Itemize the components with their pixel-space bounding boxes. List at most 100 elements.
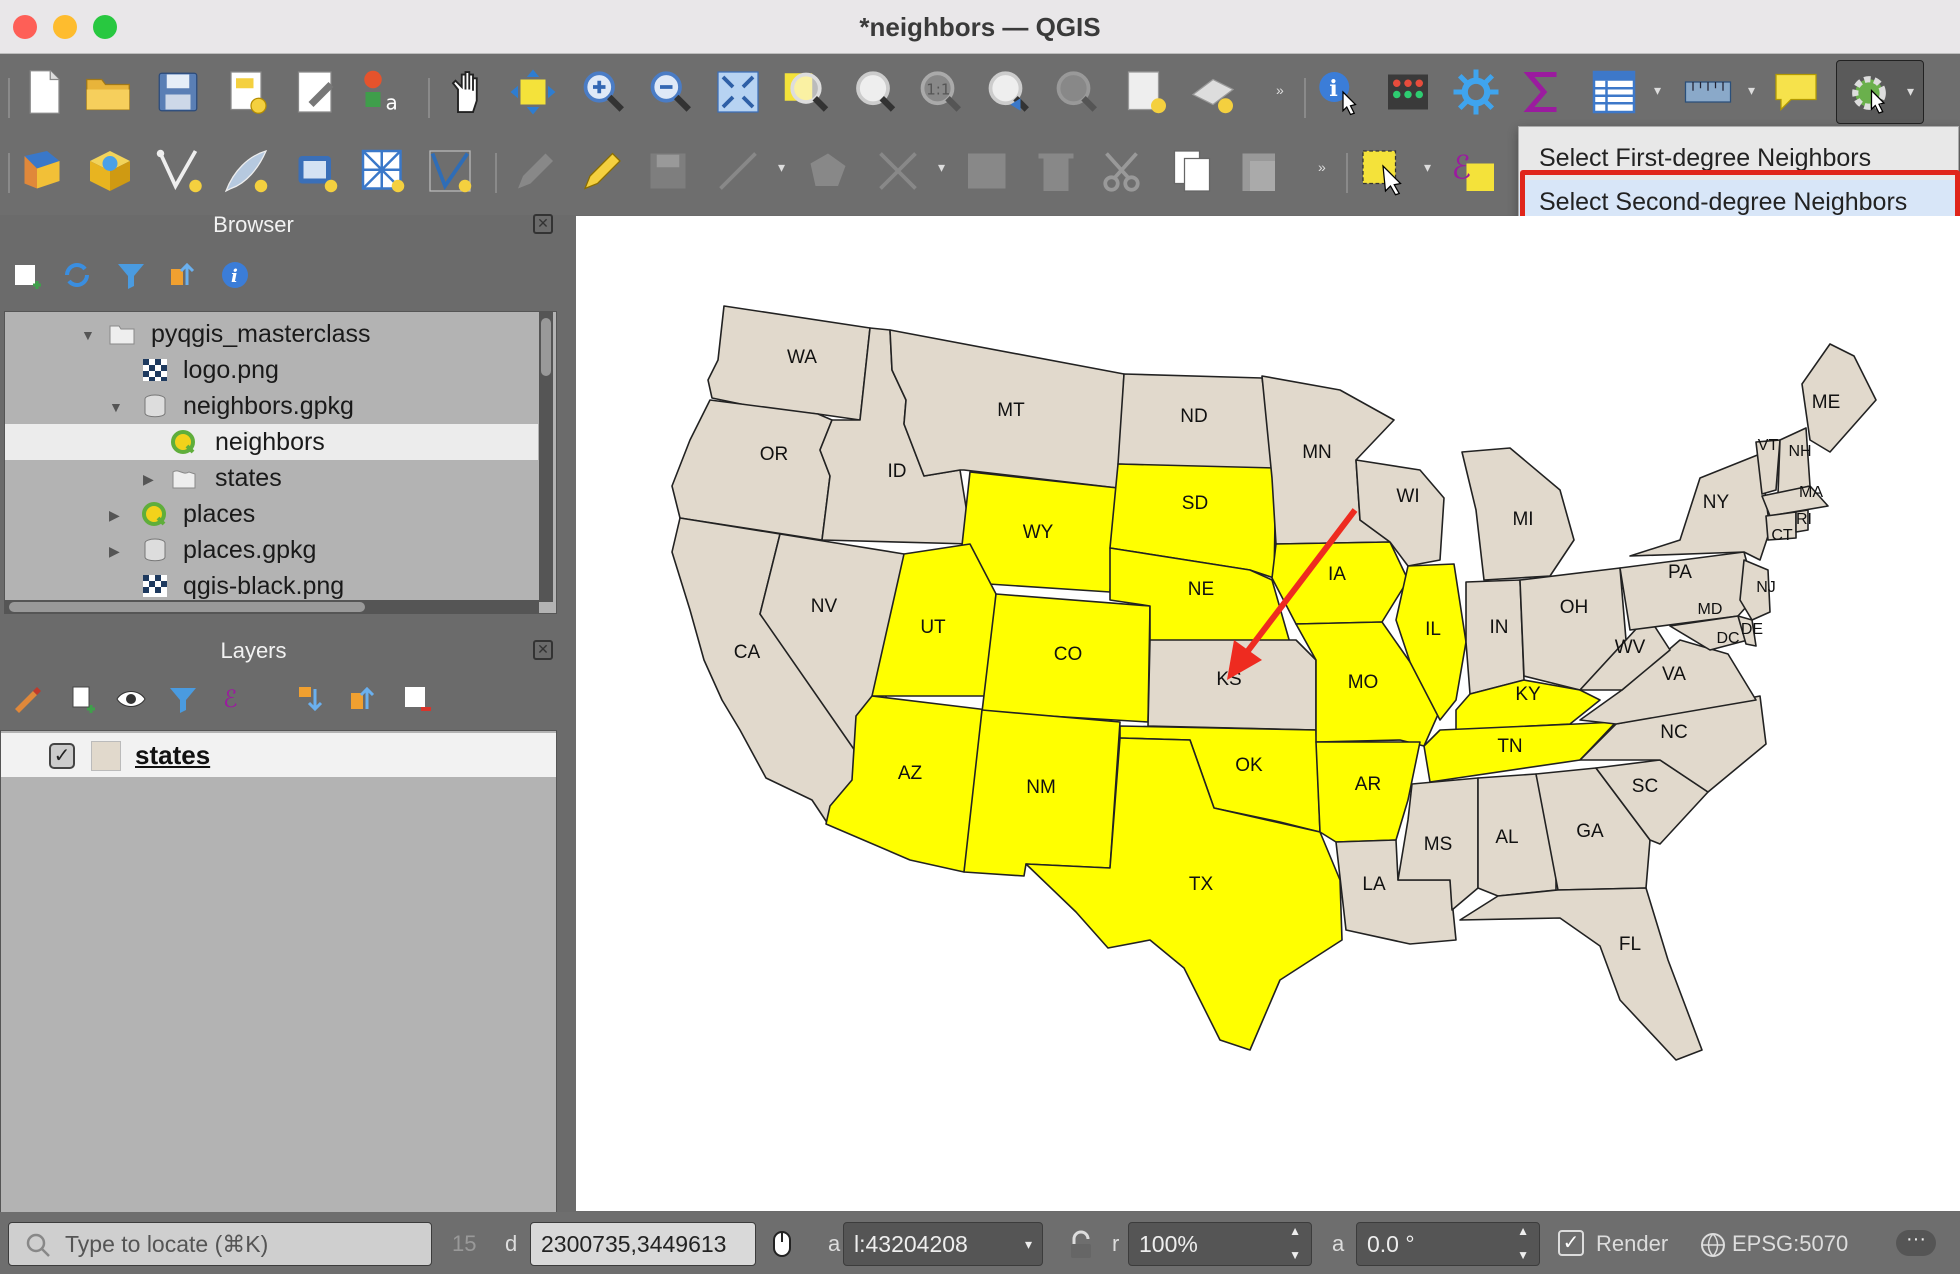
select-first-degree-neighbors-item[interactable]: Select First-degree Neighbors <box>1519 136 1958 180</box>
collapse-all-layers-icon[interactable] <box>344 680 382 718</box>
zoom-next-icon[interactable] <box>1048 64 1104 120</box>
scale-combobox[interactable]: l:43204208 ▾ <box>843 1222 1043 1266</box>
list-item-selected[interactable]: neighbors <box>5 424 538 460</box>
new-virtual-layer-icon[interactable] <box>355 143 411 199</box>
new-temporary-scratch-layer-icon[interactable] <box>218 143 274 199</box>
zoom-native-resolution-icon[interactable]: 1:1 <box>912 64 968 120</box>
browser-horizontal-scrollbar[interactable] <box>5 600 539 613</box>
add-polygon-icon[interactable] <box>800 143 856 199</box>
enable-properties-widget-icon[interactable]: i <box>216 256 254 294</box>
modify-attributes-icon[interactable] <box>960 143 1016 199</box>
render-checkbox[interactable]: ✓ <box>1558 1230 1584 1256</box>
crs-label[interactable]: EPSG:5070 <box>1732 1222 1848 1266</box>
browser-panel-title: Browser <box>213 212 294 237</box>
new-print-layout-icon[interactable] <box>218 64 274 120</box>
collapse-all-icon[interactable] <box>164 256 202 294</box>
state-label-ar: AR <box>1355 774 1381 795</box>
current-edits-icon[interactable] <box>505 143 561 199</box>
list-item[interactable]: logo.png <box>5 352 538 388</box>
new-geopackage-layer-icon[interactable] <box>82 143 138 199</box>
layout-manager-icon[interactable] <box>288 64 344 120</box>
zoom-to-layer-icon[interactable] <box>845 64 901 120</box>
new-project-icon[interactable] <box>16 64 72 120</box>
cut-features-icon[interactable] <box>1096 143 1152 199</box>
state-label-nm: NM <box>1026 777 1056 798</box>
state-label-pa: PA <box>1668 562 1692 583</box>
us-states-map[interactable]: WAORCAIDNVMTWYUTAZCONMNDSDNEKSOKTXMNIAMO… <box>576 216 1960 1211</box>
zoom-in-icon[interactable] <box>575 64 631 120</box>
state-label-wy: WY <box>1023 522 1054 543</box>
vertex-tool-icon[interactable] <box>870 143 926 199</box>
lock-scale-icon[interactable] <box>1068 1230 1094 1260</box>
zoom-full-icon[interactable] <box>710 64 766 120</box>
open-field-calculator-icon[interactable] <box>1380 64 1436 120</box>
browser-vertical-scrollbar[interactable] <box>539 312 553 602</box>
magnifier-spinbox[interactable]: 100% ▲ ▼ <box>1128 1222 1312 1266</box>
toggle-editing-icon[interactable] <box>572 143 628 199</box>
toggle-extents-mouse-icon[interactable] <box>768 1228 798 1260</box>
measure-line-icon[interactable] <box>1680 64 1736 120</box>
filter-legend-icon[interactable] <box>164 680 202 718</box>
zoom-to-selection-icon[interactable] <box>778 64 834 120</box>
list-item[interactable]: ▶ places <box>5 496 538 532</box>
add-group-icon[interactable] <box>62 680 100 718</box>
crs-globe-icon[interactable] <box>1700 1232 1726 1258</box>
style-manager-icon[interactable]: a <box>355 64 411 120</box>
zoom-last-icon[interactable] <box>980 64 1036 120</box>
file-label: logo.png <box>183 356 279 384</box>
new-mesh-layer-icon[interactable] <box>422 143 478 199</box>
digitize-line-icon[interactable] <box>710 143 766 199</box>
pan-map-icon[interactable] <box>440 64 496 120</box>
paste-features-icon[interactable] <box>1232 143 1288 199</box>
locator-search-input[interactable]: Type to locate (⌘K) <box>8 1222 432 1266</box>
close-browser-panel-button[interactable]: ✕ <box>533 214 553 234</box>
refresh-icon[interactable] <box>58 256 96 294</box>
state-label-al: AL <box>1495 827 1518 848</box>
attribute-table-icon[interactable] <box>1586 64 1642 120</box>
settings-gear-icon[interactable] <box>1448 64 1504 120</box>
layer-visibility-checkbox[interactable]: ✓ <box>49 743 75 769</box>
list-item[interactable]: qgis-black.png <box>5 568 538 604</box>
list-item[interactable]: ▼ pyqgis_masterclass <box>5 316 538 352</box>
layer-name: states <box>135 740 211 770</box>
state-label-or: OR <box>760 444 789 465</box>
statistical-summary-icon[interactable] <box>1516 64 1572 120</box>
rotation-spinbox[interactable]: 0.0 ° ▲ ▼ <box>1356 1222 1540 1266</box>
close-layers-panel-button[interactable]: ✕ <box>533 640 553 660</box>
layer-row[interactable]: ✓ states <box>1 733 556 777</box>
filter-browser-icon[interactable] <box>112 256 150 294</box>
add-selected-layers-icon[interactable] <box>8 256 46 294</box>
select-features-icon[interactable] <box>1355 143 1411 199</box>
copy-features-icon[interactable] <box>1164 143 1220 199</box>
pan-to-selection-icon[interactable] <box>505 64 561 120</box>
expand-all-icon[interactable] <box>292 680 330 718</box>
save-edits-icon[interactable] <box>640 143 696 199</box>
list-item[interactable]: ▶ places.gpkg <box>5 532 538 568</box>
chevron-down-icon[interactable]: ▾ <box>1907 83 1914 100</box>
map-canvas[interactable]: WA OR CA ID NV MT WY UT AZ CO NM ND SD NE KS OK TX MN IA MO… <box>576 216 1960 1211</box>
save-project-icon[interactable] <box>150 64 206 120</box>
map-tips-icon[interactable] <box>1768 64 1824 120</box>
state-label-il: IL <box>1425 619 1441 640</box>
plugin-toolbar-button[interactable]: ▾ <box>1836 60 1924 124</box>
state-FL <box>1459 887 1703 1061</box>
new-3d-map-view-icon[interactable] <box>1185 64 1241 120</box>
state-label-dc: DC <box>1716 630 1739 647</box>
messages-icon[interactable]: ··· <box>1896 1229 1936 1256</box>
open-layer-styling-icon[interactable] <box>8 680 46 718</box>
identify-features-icon[interactable]: i <box>1310 64 1366 120</box>
open-project-icon[interactable] <box>80 64 136 120</box>
new-shapefile-layer-icon[interactable] <box>150 143 206 199</box>
list-item[interactable]: ▼ neighbors.gpkg <box>5 388 538 424</box>
manage-map-themes-icon[interactable] <box>112 680 150 718</box>
zoom-out-icon[interactable] <box>642 64 698 120</box>
delete-selected-icon[interactable] <box>1028 143 1084 199</box>
select-by-expression-icon[interactable]: ℰ <box>1446 143 1502 199</box>
remove-layer-icon[interactable] <box>398 680 436 718</box>
filter-by-expression-icon[interactable]: ℰ <box>218 680 256 718</box>
new-map-view-icon[interactable] <box>1118 64 1174 120</box>
list-item[interactable]: ▶ states <box>5 460 538 496</box>
new-spatialite-layer-icon[interactable] <box>288 143 344 199</box>
coordinate-field[interactable]: 2300735,3449613 <box>530 1222 756 1266</box>
data-source-manager-icon[interactable] <box>14 143 70 199</box>
